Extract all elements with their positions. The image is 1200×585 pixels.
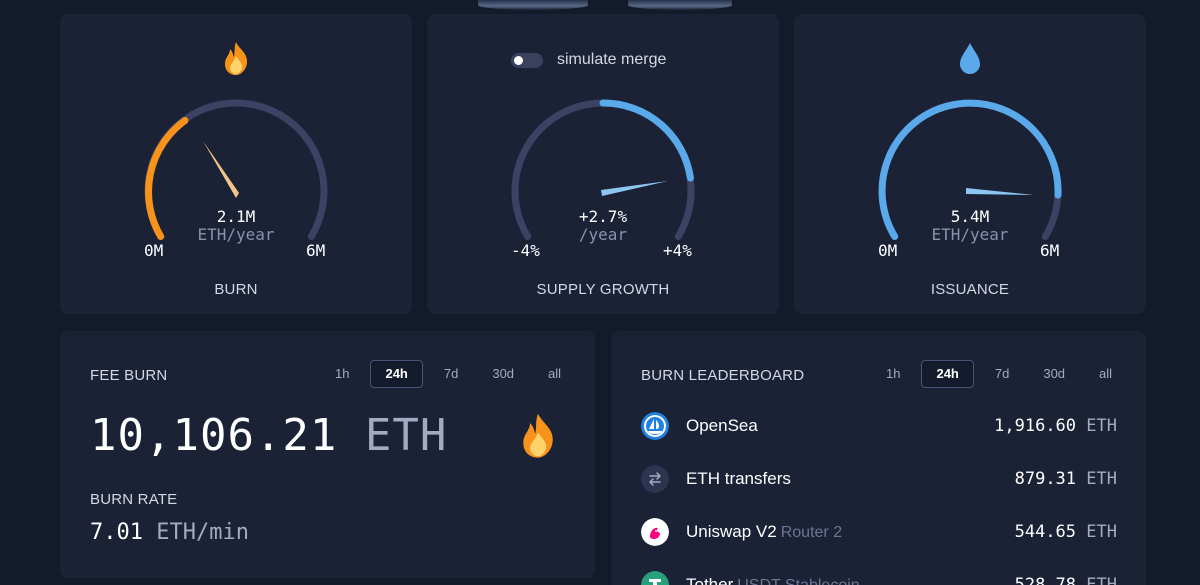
supply-growth-max-label: +4% <box>663 241 692 260</box>
burn-leaderboard-title: BURN LEADERBOARD <box>641 367 805 384</box>
row-sub-text: Router 2 <box>780 524 843 541</box>
leaderboard-row[interactable]: Uniswap V2 Router 2 544.65 ETH <box>641 515 1117 551</box>
header-decoration-right <box>628 0 732 10</box>
leaderboard-row-name: ETH transfers <box>686 469 795 489</box>
leaderboard-row[interactable]: ETH transfers 879.31 ETH <box>641 462 1117 498</box>
burn-rate-number: 7.01 <box>90 520 143 545</box>
row-amount-value: 1,916.60 <box>994 416 1077 436</box>
leaderboard-time-tabs: 1h 24h 7d 30d all <box>865 360 1125 388</box>
flame-icon <box>225 42 248 75</box>
fee-burn-title: FEE BURN <box>90 367 168 384</box>
leaderboard-row-amount: 879.31 ETH <box>1015 469 1117 489</box>
row-name-text: ETH transfers <box>686 469 791 488</box>
burn-gauge-card: 2.1M ETH/year 0M 6M BURN <box>60 14 412 314</box>
header-decoration-left <box>478 0 588 10</box>
burn-max-label: 6M <box>306 241 326 260</box>
burn-unit: ETH/year <box>197 225 275 244</box>
leaderboard-row-amount: 544.65 ETH <box>1015 522 1117 542</box>
fee-burn-amount-value: 10,106.21 <box>90 410 338 461</box>
burn-min-label: 0M <box>144 241 164 260</box>
fee-burn-tab-all[interactable]: all <box>535 360 574 388</box>
fee-burn-tab-24h[interactable]: 24h <box>370 360 423 388</box>
flame-icon <box>523 413 553 458</box>
leaderboard-row-name: OpenSea <box>686 416 762 436</box>
supply-growth-value: +2.7% <box>578 207 628 226</box>
issuance-unit: ETH/year <box>931 225 1009 244</box>
issuance-title: ISSUANCE <box>930 281 1010 298</box>
burn-rate-unit: ETH/min <box>156 520 249 545</box>
issuance-min-label: 0M <box>878 241 898 260</box>
leaderboard-tab-1h[interactable]: 1h <box>873 360 913 388</box>
fee-burn-amount-unit: ETH <box>364 410 448 461</box>
row-amount-value: 879.31 <box>1014 469 1077 489</box>
row-name-text: Uniswap V2 <box>686 522 777 541</box>
leaderboard-tab-24h[interactable]: 24h <box>921 360 974 388</box>
fee-burn-tab-30d[interactable]: 30d <box>479 360 527 388</box>
burn-leaderboard-card: BURN LEADERBOARD 1h 24h 7d 30d all OpenS… <box>611 331 1146 585</box>
issuance-value: 5.4M <box>950 207 990 226</box>
transfer-arrows-icon <box>641 465 669 493</box>
supply-growth-title: SUPPLY GROWTH <box>536 281 670 298</box>
fee-burn-card: FEE BURN 1h 24h 7d 30d all 10,106.21 ETH… <box>60 331 595 578</box>
leaderboard-tab-30d[interactable]: 30d <box>1030 360 1078 388</box>
supply-growth-unit: /year <box>578 225 628 244</box>
uniswap-logo-icon <box>641 518 669 546</box>
row-amount-unit: ETH <box>1086 469 1117 489</box>
burn-rate-value: 7.01 ETH/min <box>90 519 249 547</box>
tether-logo-icon <box>641 571 669 585</box>
leaderboard-row-name: TotherUSDT Stablecoin <box>686 575 860 585</box>
leaderboard-row-name: Uniswap V2 Router 2 <box>686 522 842 542</box>
leaderboard-tab-7d[interactable]: 7d <box>982 360 1022 388</box>
toggle-knob <box>514 55 523 65</box>
fee-burn-tab-7d[interactable]: 7d <box>431 360 471 388</box>
supply-growth-gauge-card: simulate merge +2.7% /year -4% +4% SUPPL… <box>427 14 779 314</box>
row-sub-text: USDT Stablecoin <box>737 577 859 585</box>
row-amount-unit: ETH <box>1086 416 1117 436</box>
burn-rate-title: BURN RATE <box>90 491 178 508</box>
burn-value: 2.1M <box>216 207 256 226</box>
leaderboard-row-amount: 1,916.60 ETH <box>994 416 1117 436</box>
issuance-gauge-card: 5.4M ETH/year 0M 6M ISSUANCE <box>794 14 1146 314</box>
opensea-logo-icon <box>641 412 669 440</box>
row-name-text: OpenSea <box>686 416 758 435</box>
row-amount-unit: ETH <box>1086 575 1117 585</box>
row-name-text: Tother <box>686 575 734 585</box>
row-amount-unit: ETH <box>1086 522 1117 542</box>
simulate-merge-control[interactable]: simulate merge <box>511 50 666 70</box>
simulate-merge-label: simulate merge <box>557 51 667 68</box>
leaderboard-row[interactable]: OpenSea 1,916.60 ETH <box>641 409 1117 445</box>
leaderboard-row[interactable]: TotherUSDT Stablecoin 528.78 ETH <box>641 568 1117 585</box>
fee-burn-tab-1h[interactable]: 1h <box>322 360 362 388</box>
droplet-icon <box>960 43 980 74</box>
burn-title: BURN <box>214 281 258 298</box>
simulate-merge-toggle[interactable] <box>511 52 543 68</box>
fee-burn-amount: 10,106.21 ETH <box>90 411 447 461</box>
leaderboard-tab-all[interactable]: all <box>1086 360 1125 388</box>
fee-burn-time-tabs: 1h 24h 7d 30d all <box>314 360 574 388</box>
leaderboard-row-amount: 528.78 ETH <box>1015 575 1117 585</box>
issuance-max-label: 6M <box>1040 241 1060 260</box>
row-amount-value: 544.65 <box>1014 522 1077 542</box>
row-amount-value: 528.78 <box>1014 575 1077 585</box>
supply-growth-min-label: -4% <box>511 241 540 260</box>
